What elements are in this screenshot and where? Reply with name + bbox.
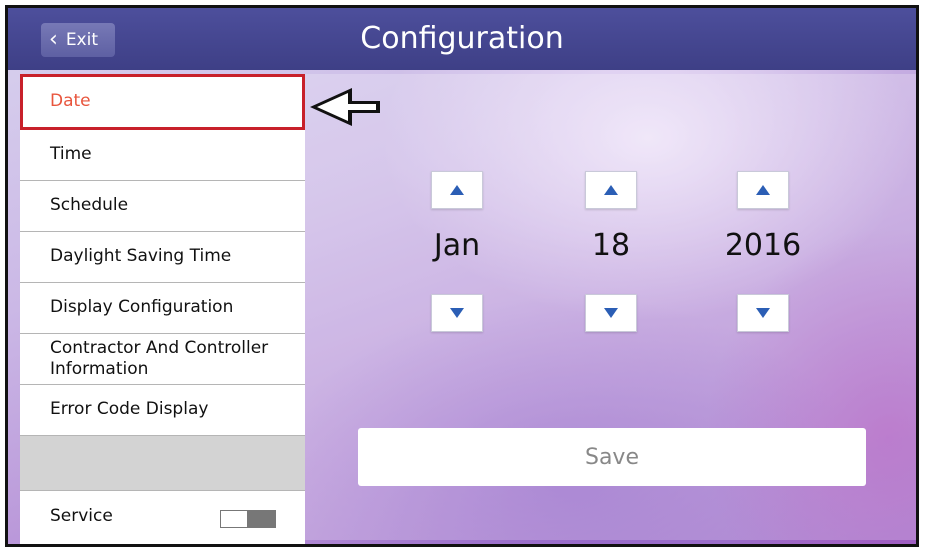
month-value: Jan: [433, 228, 481, 263]
arrow-left-icon: [310, 88, 380, 126]
sidebar-item-label: Daylight Saving Time: [50, 246, 232, 267]
sidebar-item-time[interactable]: Time: [20, 130, 305, 181]
month-up-button[interactable]: [431, 171, 483, 209]
sidebar-spacer: [20, 436, 305, 491]
device-screen: Configuration ‹ Exit Date Time Schedule …: [5, 5, 919, 547]
page-title: Configuration: [360, 21, 564, 56]
service-toggle[interactable]: [220, 510, 276, 528]
day-value: 18: [591, 228, 631, 263]
sidebar-item-label: Date: [50, 90, 91, 111]
sidebar-item-label: Display Configuration: [50, 297, 234, 318]
sidebar-item-error-code-display[interactable]: Error Code Display: [20, 385, 305, 436]
save-label: Save: [584, 444, 639, 470]
year-value: 2016: [724, 228, 802, 263]
sidebar-item-label: Schedule: [50, 195, 129, 216]
day-up-button[interactable]: [585, 171, 637, 209]
sidebar-item-label: Error Code Display: [50, 399, 209, 420]
sidebar-menu: Date Time Schedule Daylight Saving Time …: [20, 74, 305, 544]
exit-label: Exit: [65, 30, 99, 50]
day-down-button[interactable]: [585, 294, 637, 332]
triangle-up-icon: [756, 185, 770, 195]
sidebar-item-label: Contractor And Controller Information: [50, 337, 269, 379]
sidebar-item-schedule[interactable]: Schedule: [20, 181, 305, 232]
sidebar-item-daylight-saving-time[interactable]: Daylight Saving Time: [20, 232, 305, 283]
sidebar-item-label: Time: [50, 144, 92, 165]
month-down-button[interactable]: [431, 294, 483, 332]
service-label: Service: [50, 506, 113, 527]
triangle-down-icon: [756, 308, 770, 318]
sidebar-item-date[interactable]: Date: [20, 74, 305, 130]
sidebar-item-contractor-info[interactable]: Contractor And Controller Information: [20, 334, 305, 385]
triangle-down-icon: [604, 308, 618, 318]
sidebar-item-display-configuration[interactable]: Display Configuration: [20, 283, 305, 334]
year-up-button[interactable]: [737, 171, 789, 209]
exit-button[interactable]: ‹ Exit: [41, 23, 115, 57]
triangle-up-icon: [604, 185, 618, 195]
triangle-up-icon: [450, 185, 464, 195]
save-button[interactable]: Save: [358, 428, 866, 486]
triangle-down-icon: [450, 308, 464, 318]
title-bar: Configuration ‹ Exit: [8, 8, 916, 70]
year-down-button[interactable]: [737, 294, 789, 332]
chevron-left-icon: ‹: [49, 27, 58, 52]
toggle-knob: [247, 511, 275, 527]
